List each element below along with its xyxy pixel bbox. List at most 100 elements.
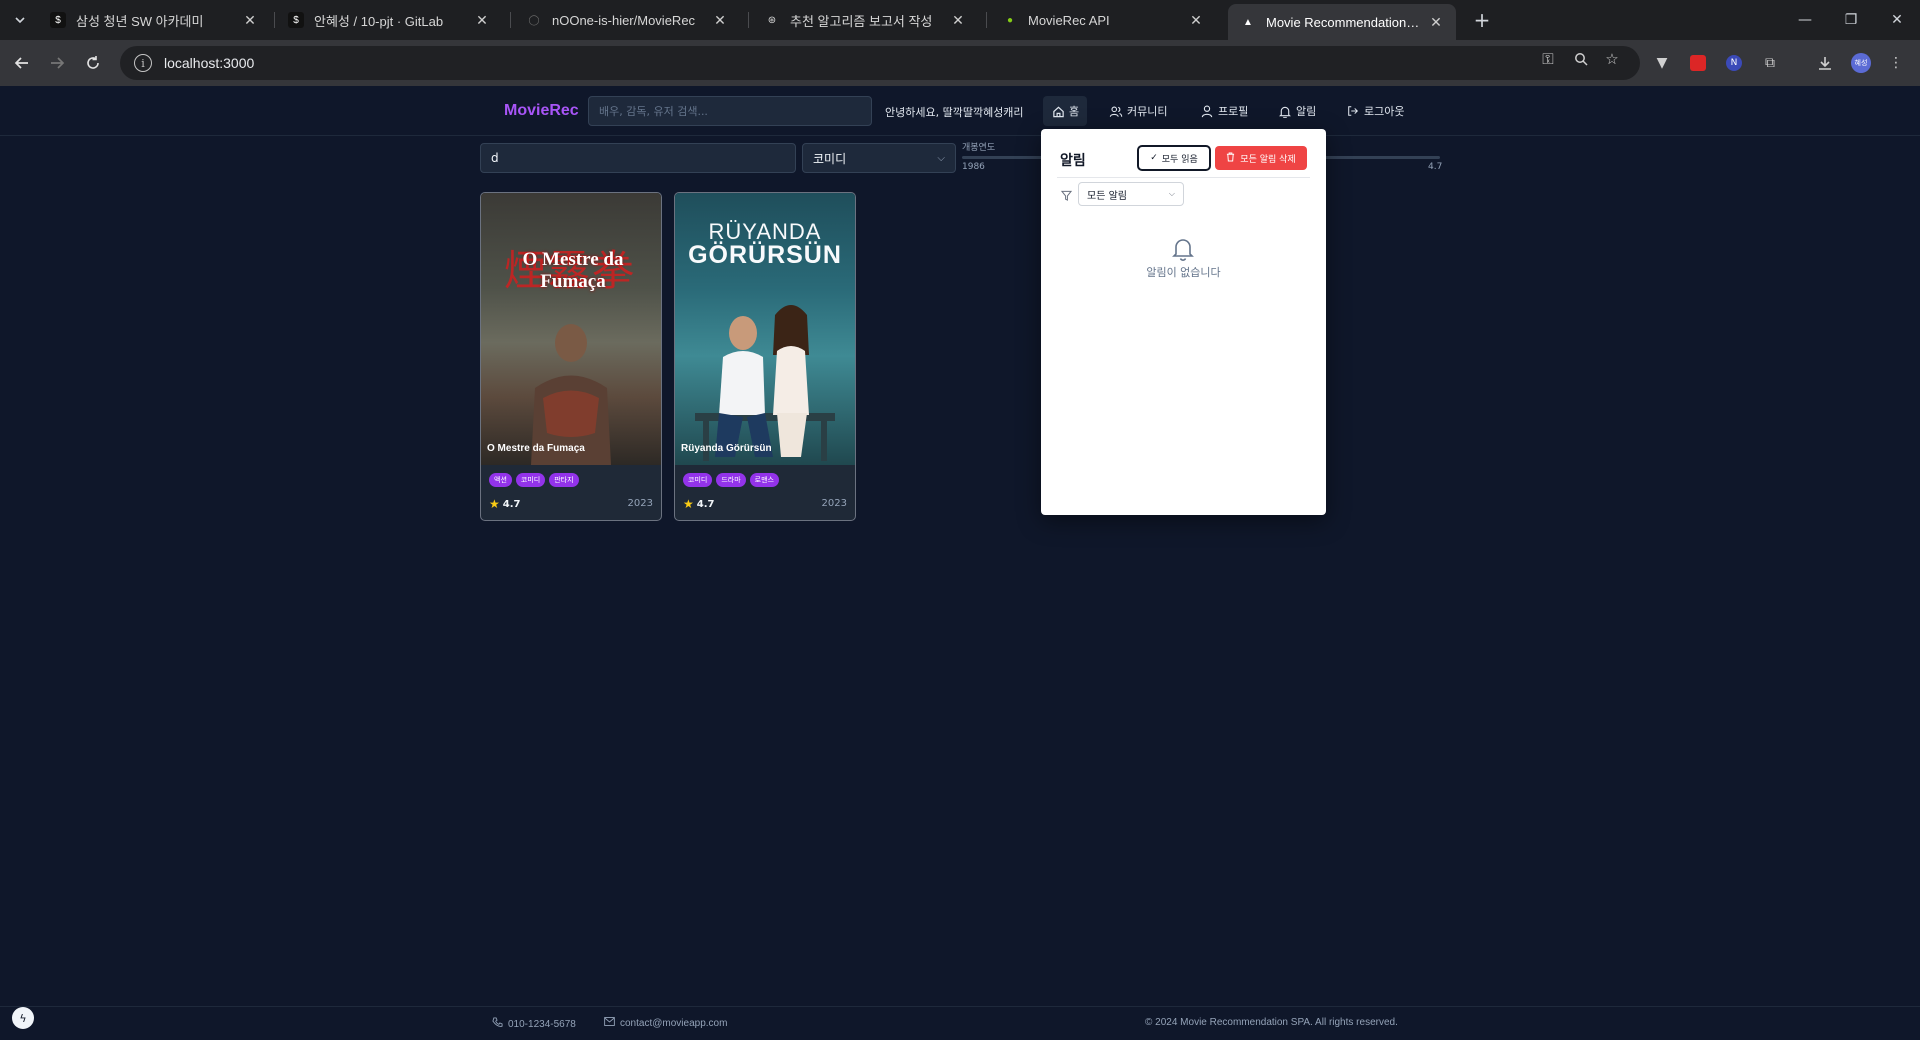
footer-email-text: contact@movieapp.com	[620, 1017, 728, 1029]
browser-tab[interactable]: $ 삼성 청년 SW 아카데미 ✕	[38, 4, 270, 36]
browser-toolbar: i localhost:3000 ⚿ ☆ ▼ N ⧉ 혜성 ⋮	[0, 40, 1920, 86]
tab-title: Movie Recommendation SPA	[1266, 14, 1420, 30]
poster-title-text: O Mestre da Fumaça	[522, 249, 624, 292]
tab-title: 추천 알고리즘 보고서 작성	[790, 13, 933, 29]
users-icon	[1109, 104, 1123, 118]
footer-phone: 010-1234-5678	[492, 1017, 576, 1031]
url-text: localhost:3000	[164, 55, 255, 71]
delete-all-notifications-button[interactable]: 모든 알림 삭제	[1215, 146, 1307, 170]
year-min-value: 1986	[962, 162, 985, 172]
empty-notifications-text: 알림이 없습니다	[1146, 266, 1221, 279]
nav-item-logout[interactable]: 로그아웃	[1338, 96, 1412, 126]
tab-title: nOOne-is-hier/MovieRec	[552, 12, 696, 28]
browser-tab-active[interactable]: ▲ Movie Recommendation SPA ✕	[1228, 4, 1456, 40]
nav-item-label: 커뮤니티	[1127, 105, 1168, 118]
back-button[interactable]	[8, 49, 36, 77]
extension-n-icon[interactable]: N	[1722, 51, 1746, 75]
delete-all-label: 모든 알림 삭제	[1240, 154, 1296, 165]
poster-figure	[695, 305, 835, 461]
user-icon	[1200, 104, 1214, 118]
logout-icon	[1346, 104, 1360, 118]
tab-separator	[510, 12, 511, 28]
movie-rating: ★ 4.7	[489, 497, 520, 511]
browser-tab[interactable]: ● MovieRec API ✕	[990, 4, 1216, 36]
genre-select[interactable]: 코미디 ⌵	[802, 143, 956, 173]
phone-icon	[492, 1017, 503, 1031]
tab-separator	[748, 12, 749, 28]
reload-button[interactable]	[79, 49, 107, 77]
close-tab-icon[interactable]: ✕	[1188, 12, 1204, 28]
genre-tag: 코미디	[515, 473, 546, 487]
check-icon: ✓	[1150, 153, 1158, 163]
movie-poster: RÜYANDA GÖRÜRSÜN	[675, 193, 855, 465]
address-bar[interactable]: i localhost:3000	[120, 46, 1640, 80]
divider	[1057, 177, 1310, 178]
star-icon: ★	[489, 497, 500, 511]
download-icon[interactable]	[1813, 51, 1837, 75]
nav-item-home[interactable]: 홈	[1043, 96, 1088, 126]
nav-item-community[interactable]: 커뮤니티	[1101, 96, 1175, 126]
chevron-down-icon: ⌵	[1168, 189, 1175, 198]
arrow-right-icon	[51, 57, 65, 69]
app-navbar: MovieRec 안녕하세요, 딸깍딸깍혜성캐리 홈 커뮤니티 프로필 알림	[0, 86, 1920, 136]
profile-avatar[interactable]: 혜성	[1849, 51, 1873, 75]
movie-rating-value: 4.7	[502, 498, 521, 510]
close-tab-icon[interactable]: ✕	[1428, 14, 1444, 30]
footer-copyright: © 2024 Movie Recommendation SPA. All rig…	[1145, 1017, 1398, 1028]
star-icon: ★	[683, 497, 694, 511]
movie-card[interactable]: RÜYANDA GÖRÜRSÜN Rüyanda Görürsün 코미디 드라…	[674, 192, 856, 521]
browser-tab[interactable]: ⊛ 추천 알고리즘 보고서 작성 ✕	[752, 4, 978, 36]
movie-rating-value: 4.7	[696, 498, 715, 510]
dev-tools-toggle-icon[interactable]: ϟ	[12, 1007, 34, 1029]
mark-all-read-button[interactable]: ✓ 모두 읽음	[1137, 145, 1211, 171]
new-tab-button[interactable]: +	[1468, 8, 1496, 32]
extension-red-icon[interactable]	[1686, 51, 1710, 75]
nav-item-label: 로그아웃	[1364, 105, 1405, 118]
close-window-icon[interactable]: ✕	[1874, 0, 1920, 40]
movie-title: O Mestre da Fumaça	[487, 443, 585, 454]
key-icon[interactable]: ⚿	[1538, 49, 1558, 69]
chevron-down-icon: ⌵	[937, 152, 945, 164]
tab-search-button[interactable]	[8, 8, 32, 32]
extensions-puzzle-icon[interactable]: ⧉	[1758, 51, 1782, 75]
genre-tag: 코미디	[683, 473, 713, 487]
extension-vue-icon[interactable]: ▼	[1650, 51, 1674, 75]
brand-logo[interactable]: MovieRec	[504, 102, 579, 120]
year-filter-label: 개봉연도	[962, 143, 996, 153]
chevron-down-icon	[15, 17, 25, 24]
tab-title: MovieRec API	[1028, 12, 1110, 28]
close-tab-icon[interactable]: ✕	[242, 12, 258, 28]
genre-tag: 드라마	[716, 473, 746, 487]
site-info-icon[interactable]: i	[134, 54, 152, 72]
browser-menu-icon[interactable]: ⋮	[1884, 51, 1908, 75]
nav-item-label: 홈	[1069, 105, 1080, 118]
close-tab-icon[interactable]: ✕	[950, 12, 966, 28]
genre-tag: 액션	[489, 473, 512, 487]
nav-item-profile[interactable]: 프로필	[1192, 96, 1256, 126]
global-search-input[interactable]	[588, 96, 872, 126]
tab-favicon-icon: ◯	[528, 14, 540, 26]
footer-email[interactable]: contact@movieapp.com	[604, 1017, 727, 1029]
genre-tag: 로맨스	[749, 473, 779, 487]
movie-card[interactable]: 煙霧拳 O Mestre da Fumaça O Mestre da Fumaç…	[480, 192, 662, 521]
tab-favicon-icon: ●	[1006, 14, 1014, 26]
bookmark-star-icon[interactable]: ☆	[1602, 49, 1622, 69]
nav-item-notifications[interactable]: 알림	[1270, 96, 1324, 126]
zoom-icon[interactable]	[1571, 49, 1591, 69]
footer-phone-text: 010-1234-5678	[508, 1018, 576, 1030]
forward-button[interactable]	[43, 49, 71, 77]
minimize-window-icon[interactable]: —	[1782, 0, 1828, 40]
genre-tag: 판타지	[549, 473, 579, 487]
movie-title: Rüyanda Görürsün	[681, 443, 772, 454]
close-tab-icon[interactable]: ✕	[712, 12, 728, 28]
trash-icon	[1226, 151, 1235, 165]
tab-separator	[274, 12, 275, 28]
browser-tab[interactable]: ◯ nOOne-is-hier/MovieRec ✕	[514, 4, 740, 36]
movie-search-input[interactable]	[480, 143, 796, 173]
movie-rating: ★ 4.7	[683, 497, 714, 511]
notification-filter-select[interactable]: 모든 알림 ⌵	[1078, 182, 1184, 206]
tab-favicon-icon: ▲	[1243, 16, 1253, 28]
browser-tab[interactable]: $ 안혜성 / 10-pjt · GitLab ✕	[276, 4, 502, 36]
close-tab-icon[interactable]: ✕	[474, 12, 490, 28]
restore-window-icon[interactable]: ❐	[1828, 0, 1874, 40]
